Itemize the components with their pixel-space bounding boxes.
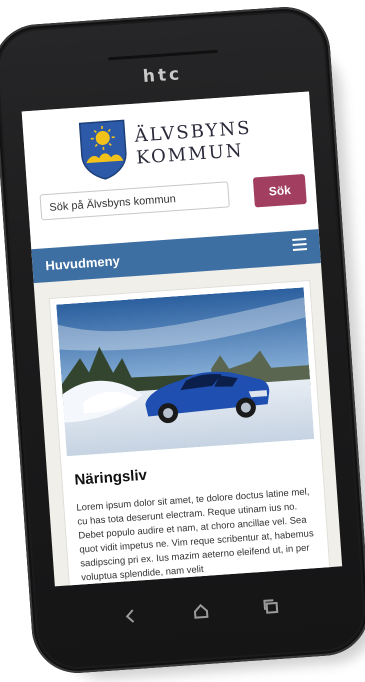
- phone-screen: ÄLVSBYNS KOMMUN Sök på Älvsbyns kommun S…: [22, 91, 343, 586]
- search-bar: Sök på Älvsbyns kommun Sök: [39, 174, 307, 224]
- article-title[interactable]: Näringsliv: [74, 467, 148, 489]
- main-menu-label: Huvudmeny: [45, 253, 120, 273]
- home-icon[interactable]: [188, 598, 214, 624]
- crest-icon: [78, 118, 130, 181]
- back-icon[interactable]: [118, 603, 144, 629]
- hamburger-icon[interactable]: [292, 238, 307, 253]
- article-image: [56, 287, 314, 456]
- article-body: Lorem ipsum dolor sit amet, te dolore do…: [76, 485, 323, 586]
- logo-wordmark: ÄLVSBYNS KOMMUN: [134, 118, 254, 170]
- earpiece-speaker: [108, 50, 218, 61]
- recent-apps-icon[interactable]: [258, 594, 284, 620]
- brand-logo: htc: [0, 54, 332, 98]
- search-input[interactable]: Sök på Älvsbyns kommun: [40, 181, 230, 220]
- car-photo: [56, 287, 314, 456]
- site-logo[interactable]: ÄLVSBYNS KOMMUN: [78, 108, 272, 181]
- phone-device: htc ÄLVSBYNS KOMMUN: [0, 4, 365, 676]
- search-button[interactable]: Sök: [253, 174, 307, 208]
- android-nav-bar: [56, 579, 346, 643]
- article-card: Näringsliv Lorem ipsum dolor sit amet, t…: [49, 280, 331, 587]
